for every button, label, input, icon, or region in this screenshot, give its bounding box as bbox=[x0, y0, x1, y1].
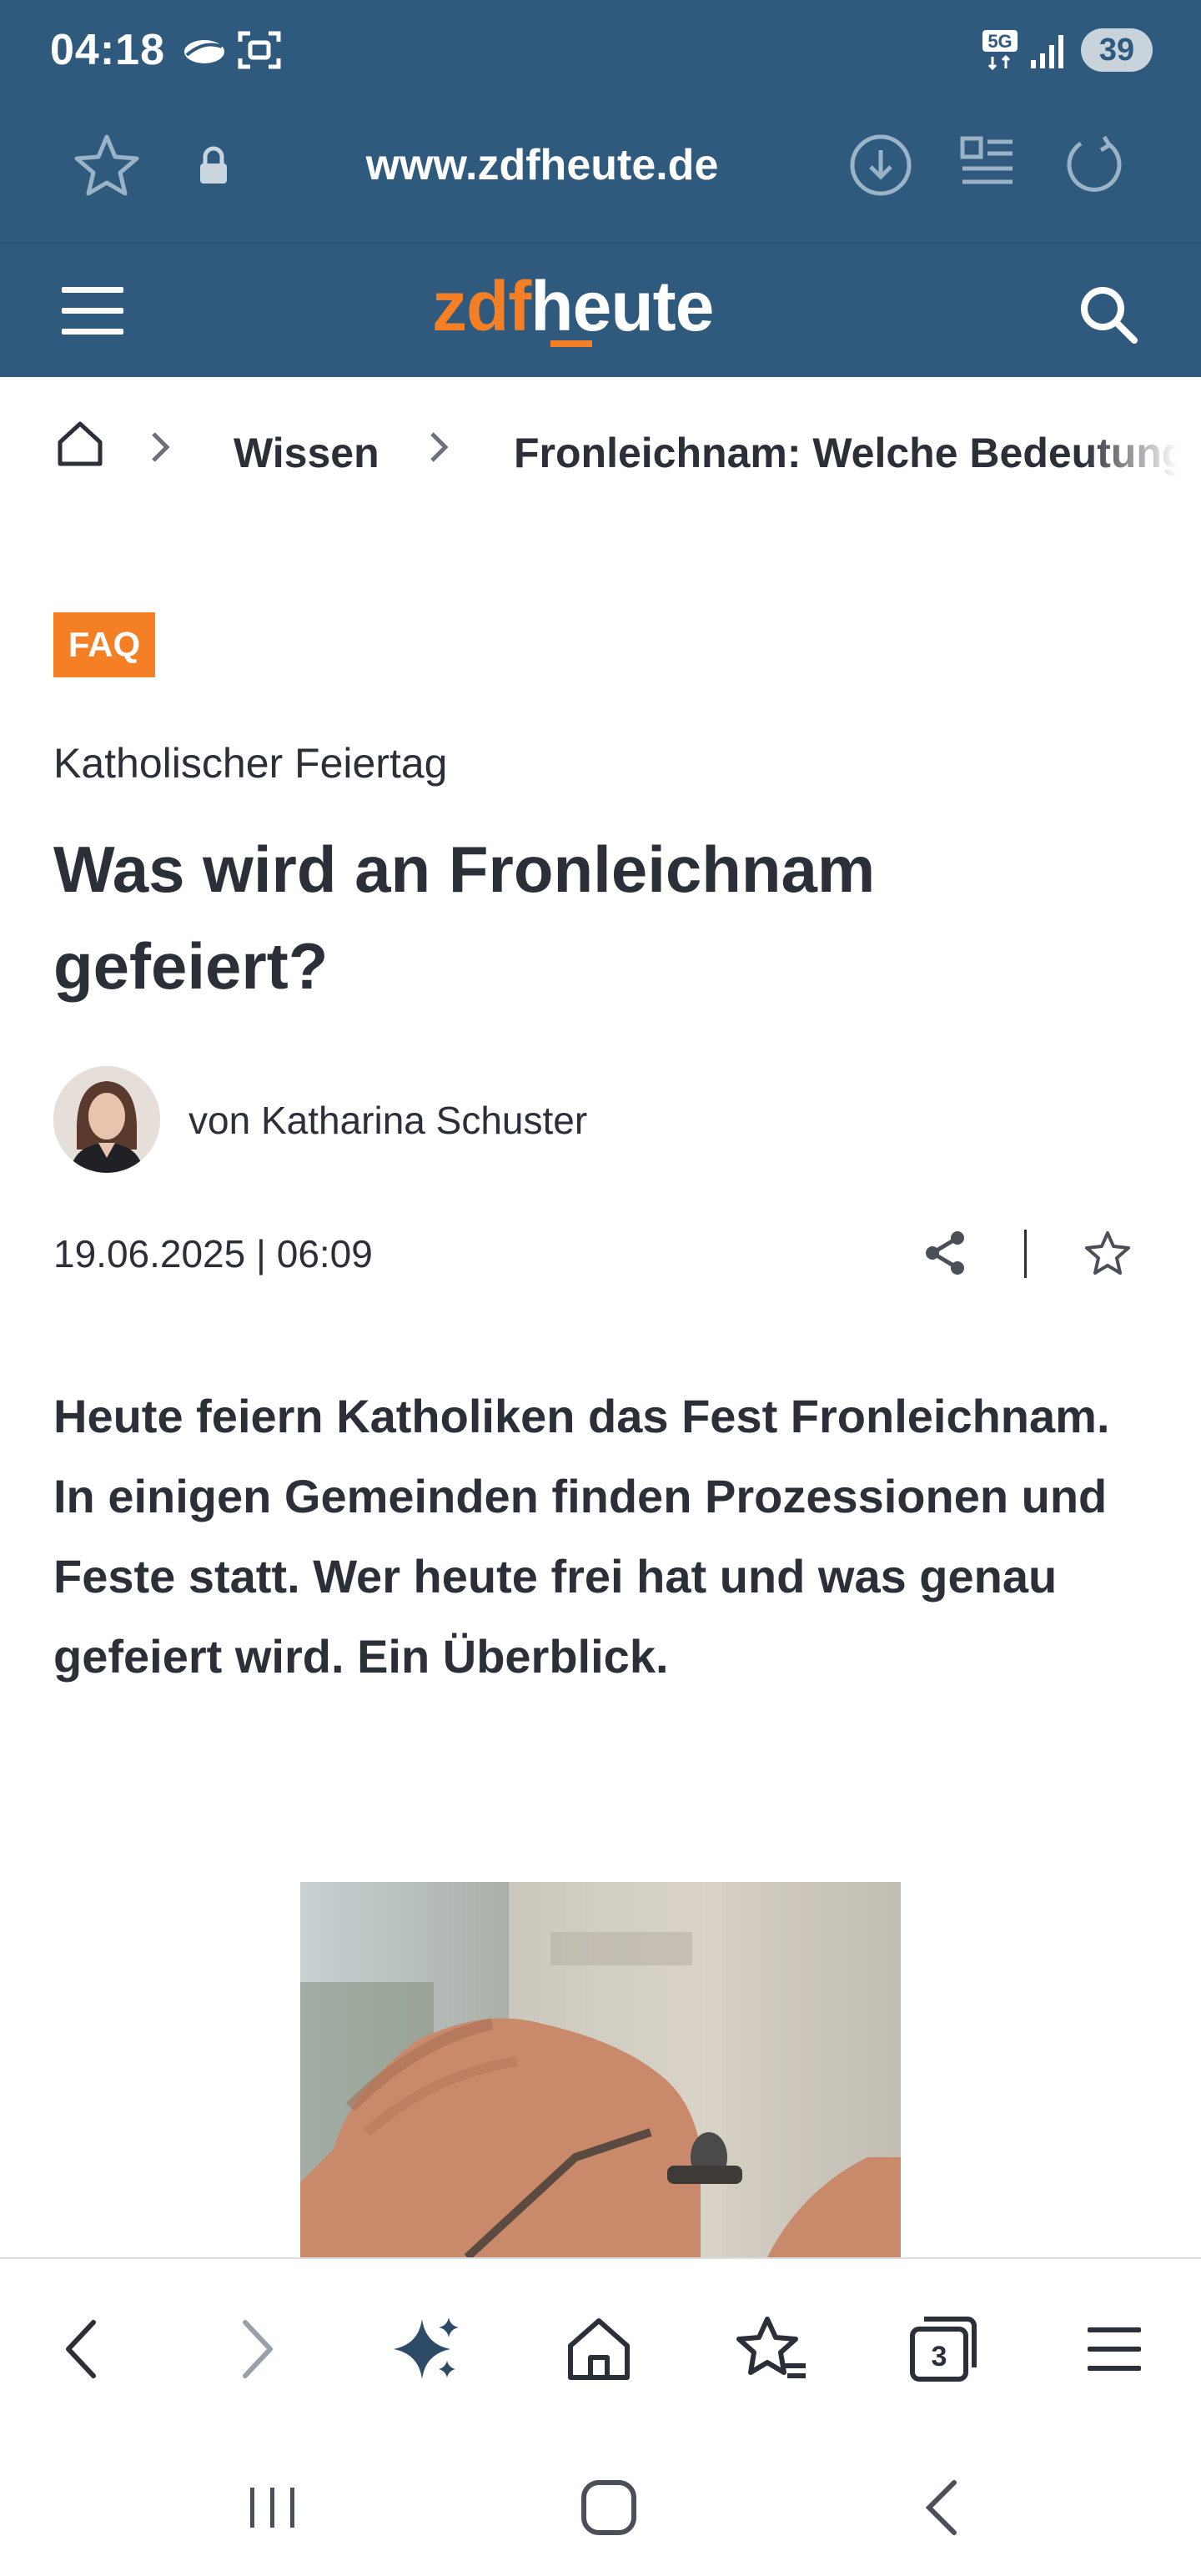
lock-icon bbox=[197, 145, 230, 191]
star-icon[interactable] bbox=[73, 132, 140, 203]
search-icon[interactable] bbox=[1074, 280, 1141, 351]
home-icon[interactable] bbox=[557, 2307, 641, 2391]
ai-sparkle-icon[interactable] bbox=[385, 2307, 469, 2391]
logo-zdf: zdf bbox=[432, 267, 531, 345]
cloud-icon bbox=[182, 28, 227, 76]
home-icon[interactable] bbox=[567, 2466, 651, 2549]
author-avatar[interactable] bbox=[53, 1066, 160, 1173]
5g-icon: 5G bbox=[981, 28, 1023, 76]
status-time: 04:18 bbox=[50, 26, 165, 74]
menu-icon[interactable] bbox=[60, 282, 125, 345]
battery-indicator: 39 bbox=[1081, 28, 1153, 72]
bookmarks-icon[interactable] bbox=[729, 2307, 812, 2391]
meta-divider bbox=[1024, 1230, 1027, 1278]
tabs-icon[interactable]: 3 bbox=[901, 2307, 984, 2391]
recents-icon[interactable] bbox=[230, 2466, 314, 2549]
signal-icon bbox=[1029, 28, 1068, 76]
article-hero-image[interactable] bbox=[300, 1882, 901, 2257]
reader-mode-icon[interactable] bbox=[957, 132, 1018, 203]
url-bar[interactable]: www.zdfheute.de bbox=[0, 100, 1201, 234]
chevron-right-icon bbox=[424, 429, 452, 470]
breadcrumb-fade bbox=[1084, 377, 1201, 527]
site-logo[interactable]: zdfheute bbox=[432, 260, 714, 352]
chevron-right-icon bbox=[145, 429, 173, 470]
url-text[interactable]: www.zdfheute.de bbox=[300, 135, 784, 195]
faq-badge: FAQ bbox=[53, 612, 155, 677]
reload-icon[interactable] bbox=[1061, 132, 1128, 203]
article-date: 19.06.2025 | 06:09 bbox=[53, 1232, 373, 1275]
article-lead: Heute feiern Katholiken das Fest Fronlei… bbox=[53, 1390, 1110, 1683]
site-header: zdfheute bbox=[0, 242, 1201, 377]
author-name[interactable]: von Katharina Schuster bbox=[188, 1093, 587, 1148]
breadcrumb-item-wissen[interactable]: Wissen bbox=[234, 424, 379, 482]
breadcrumb: Wissen Fronleichnam: Welche Bedeutung bbox=[0, 377, 1201, 527]
share-icon[interactable] bbox=[921, 1228, 971, 1282]
back-icon[interactable] bbox=[42, 2307, 125, 2391]
svg-text:5G: 5G bbox=[987, 31, 1012, 52]
screenshot-icon bbox=[237, 28, 282, 76]
menu-icon[interactable] bbox=[1073, 2307, 1156, 2391]
back-icon[interactable] bbox=[901, 2466, 984, 2549]
article-kicker: Katholischer Feiertag bbox=[53, 740, 448, 787]
logo-heute: heute bbox=[530, 267, 714, 345]
browser-toolbar: 3 bbox=[0, 2257, 1201, 2433]
article-headline: Was wird an Fronleichnam gefeiert? bbox=[53, 833, 876, 1003]
status-bar: 04:18 5G 39 bbox=[0, 0, 1201, 100]
browser-chrome: 04:18 5G 39 www.zdfheute.de zdfheute bbox=[0, 0, 1201, 377]
system-nav-bar bbox=[0, 2433, 1201, 2576]
logo-underline bbox=[550, 340, 592, 347]
download-icon[interactable] bbox=[847, 132, 914, 203]
svg-text:3: 3 bbox=[932, 2341, 947, 2372]
home-icon[interactable] bbox=[55, 419, 105, 473]
star-outline-icon[interactable] bbox=[1083, 1228, 1133, 1282]
forward-icon[interactable] bbox=[214, 2307, 297, 2391]
